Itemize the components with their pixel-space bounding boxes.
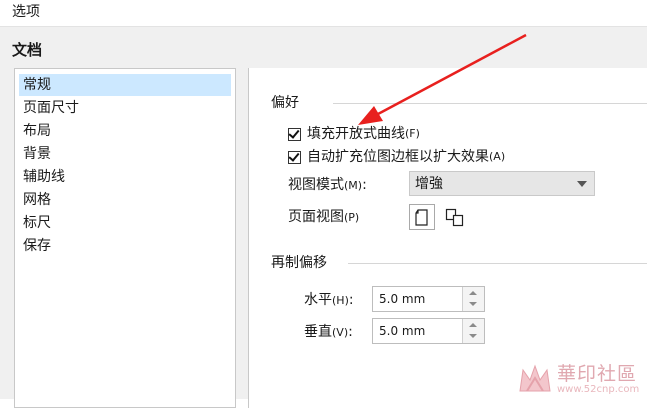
preferences-group-title: 偏好	[271, 95, 299, 111]
vertical-label: 垂直(V):	[304, 322, 353, 343]
watermark-logo: 華印社區 www.52cnp.com	[515, 358, 647, 398]
tree-item-label: 背景	[23, 146, 51, 162]
watermark-url: www.52cnp.com	[557, 384, 640, 395]
tree-item-label: 常规	[23, 77, 51, 93]
view-mode-mnemonic: (M)	[344, 179, 363, 192]
vertical-colon: :	[348, 324, 353, 340]
vertical-text: 垂直	[304, 324, 332, 340]
category-tree[interactable]: 常规 页面尺寸 布局 背景 辅助线 网格 标尺 保存	[14, 68, 236, 408]
page-view-label: 页面视图(P)	[288, 207, 359, 228]
tree-item-label: 页面尺寸	[23, 100, 79, 116]
tree-item-save[interactable]: 保存	[19, 235, 55, 257]
vertical-offset-spinbox[interactable]: 5.0 mm	[372, 318, 485, 344]
horizontal-text: 水平	[304, 292, 332, 308]
check-mark-icon	[288, 149, 300, 162]
tree-item-label: 标尺	[23, 215, 51, 231]
checkbox-box[interactable]	[288, 149, 301, 164]
duplicate-offset-group-title: 再制偏移	[271, 255, 327, 271]
vertical-mnemonic: (V)	[332, 326, 349, 339]
tree-item-general[interactable]: 常规	[19, 74, 231, 96]
horizontal-label: 水平(H):	[304, 290, 354, 311]
horizontal-offset-spinbox[interactable]: 5.0 mm	[372, 286, 485, 312]
multi-page-view-button[interactable]	[442, 204, 468, 230]
spin-down-icon[interactable]	[469, 302, 477, 306]
fill-open-curves-label: 填充开放式曲线	[307, 126, 405, 142]
spin-up-icon[interactable]	[469, 291, 477, 295]
spin-down-icon[interactable]	[469, 334, 477, 338]
multi-page-icon	[445, 208, 464, 227]
tree-item-background[interactable]: 背景	[19, 143, 55, 165]
tree-item-grid[interactable]: 网格	[19, 189, 55, 211]
page-view-mnemonic: (P)	[344, 211, 360, 224]
fill-open-curves-mnemonic: (F)	[405, 127, 420, 140]
horizontal-mnemonic: (H)	[332, 294, 349, 307]
tree-item-layout[interactable]: 布局	[19, 120, 55, 142]
view-mode-label: 视图模式(M):	[288, 175, 367, 196]
group-divider	[348, 263, 647, 264]
single-page-icon	[415, 209, 428, 226]
spin-up-icon[interactable]	[469, 323, 477, 327]
checkbox-box[interactable]	[288, 126, 301, 141]
single-page-view-button[interactable]	[409, 204, 435, 230]
tree-item-label: 保存	[23, 238, 51, 254]
section-heading: 文档	[12, 41, 43, 59]
watermark-emblem-icon	[519, 364, 551, 392]
auto-inflate-bitmap-mnemonic: (A)	[489, 150, 506, 163]
view-mode-value: 增強	[415, 176, 443, 192]
spinner-arrows[interactable]	[462, 319, 484, 343]
auto-inflate-bitmap-label: 自动扩充位图边框以扩大效果	[307, 149, 489, 165]
view-mode-text: 视图模式	[288, 177, 344, 193]
settings-panel	[248, 68, 647, 408]
auto-inflate-bitmap-checkbox[interactable]: 自动扩充位图边框以扩大效果 (A)	[288, 147, 505, 167]
tree-item-label: 布局	[23, 123, 51, 139]
tree-item-page-size[interactable]: 页面尺寸	[19, 97, 83, 119]
window-title: 选项	[12, 4, 40, 20]
horizontal-colon: :	[348, 292, 354, 308]
fill-open-curves-checkbox[interactable]: 填充开放式曲线 (F)	[288, 124, 420, 144]
group-divider	[333, 103, 647, 104]
tree-item-label: 网格	[23, 192, 51, 208]
horizontal-offset-value[interactable]: 5.0 mm	[379, 289, 425, 309]
vertical-offset-value[interactable]: 5.0 mm	[379, 321, 425, 341]
tree-item-label: 辅助线	[23, 169, 65, 185]
check-mark-icon	[288, 126, 300, 139]
tree-item-guidelines[interactable]: 辅助线	[19, 166, 69, 188]
watermark-text: 華印社區	[557, 363, 638, 385]
view-mode-select[interactable]: 增強	[409, 171, 595, 196]
chevron-down-icon[interactable]	[577, 181, 587, 187]
view-mode-colon: :	[362, 177, 367, 193]
spinner-arrows[interactable]	[462, 287, 484, 311]
tree-item-rulers[interactable]: 标尺	[19, 212, 55, 234]
page-view-text: 页面视图	[288, 209, 344, 225]
title-bar: 选项	[0, 0, 647, 26]
